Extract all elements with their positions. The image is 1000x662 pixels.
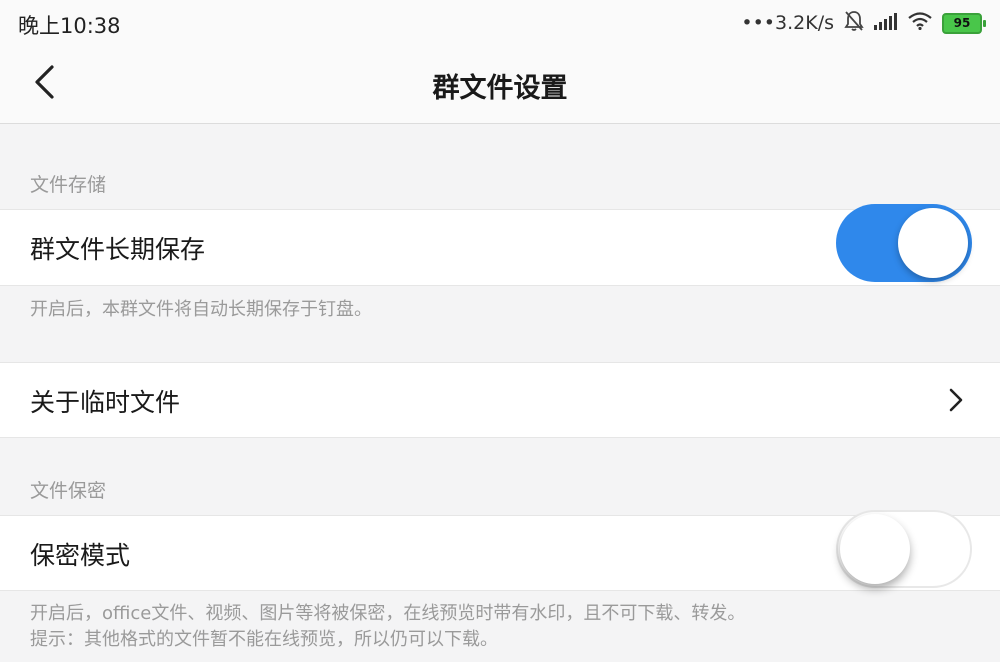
- toggle-knob: [898, 208, 968, 278]
- page-title: 群文件设置: [432, 73, 568, 104]
- status-icons: •••3.2K/s 95: [741, 9, 986, 37]
- temp-files-label: 关于临时文件: [30, 388, 181, 417]
- storage-hint: 开启后，本群文件将自动长期保存于钉盘。: [30, 299, 372, 320]
- status-time: 晚上10:38: [18, 14, 121, 38]
- section-header-storage: 文件存储: [30, 174, 107, 196]
- battery-level: 95: [953, 16, 971, 30]
- signal-icon: [874, 12, 898, 35]
- battery-icon: 95: [942, 12, 986, 34]
- long-term-storage-row: 群文件长期保存: [0, 204, 1000, 286]
- nav-bar: 群文件设置: [0, 46, 1000, 124]
- secure-mode-toggle[interactable]: [836, 510, 972, 588]
- secure-mode-label: 保密模式: [30, 541, 131, 570]
- security-hint: 开启后，office文件、视频、图片等将被保密，在线预览时带有水印，且不可下载、…: [30, 601, 745, 653]
- long-term-storage-toggle[interactable]: [836, 204, 972, 282]
- secure-mode-row: 保密模式: [0, 510, 1000, 591]
- mute-bell-icon: [844, 10, 864, 37]
- long-term-storage-label: 群文件长期保存: [30, 235, 206, 264]
- wifi-icon: [908, 11, 932, 35]
- temp-files-row[interactable]: 关于临时文件: [0, 362, 1000, 438]
- network-speed: •••3.2K/s: [741, 12, 834, 34]
- status-bar: 晚上10:38 •••3.2K/s 95: [0, 0, 1000, 46]
- security-hint-line1: 开启后，office文件、视频、图片等将被保密，在线预览时带有水印，且不可下载、…: [30, 603, 746, 624]
- security-hint-line2: 提示：其他格式的文件暂不能在线预览，所以仍可以下载。: [30, 629, 498, 650]
- toggle-knob: [840, 514, 910, 584]
- section-header-security: 文件保密: [30, 480, 107, 502]
- chevron-right-icon: [949, 388, 963, 412]
